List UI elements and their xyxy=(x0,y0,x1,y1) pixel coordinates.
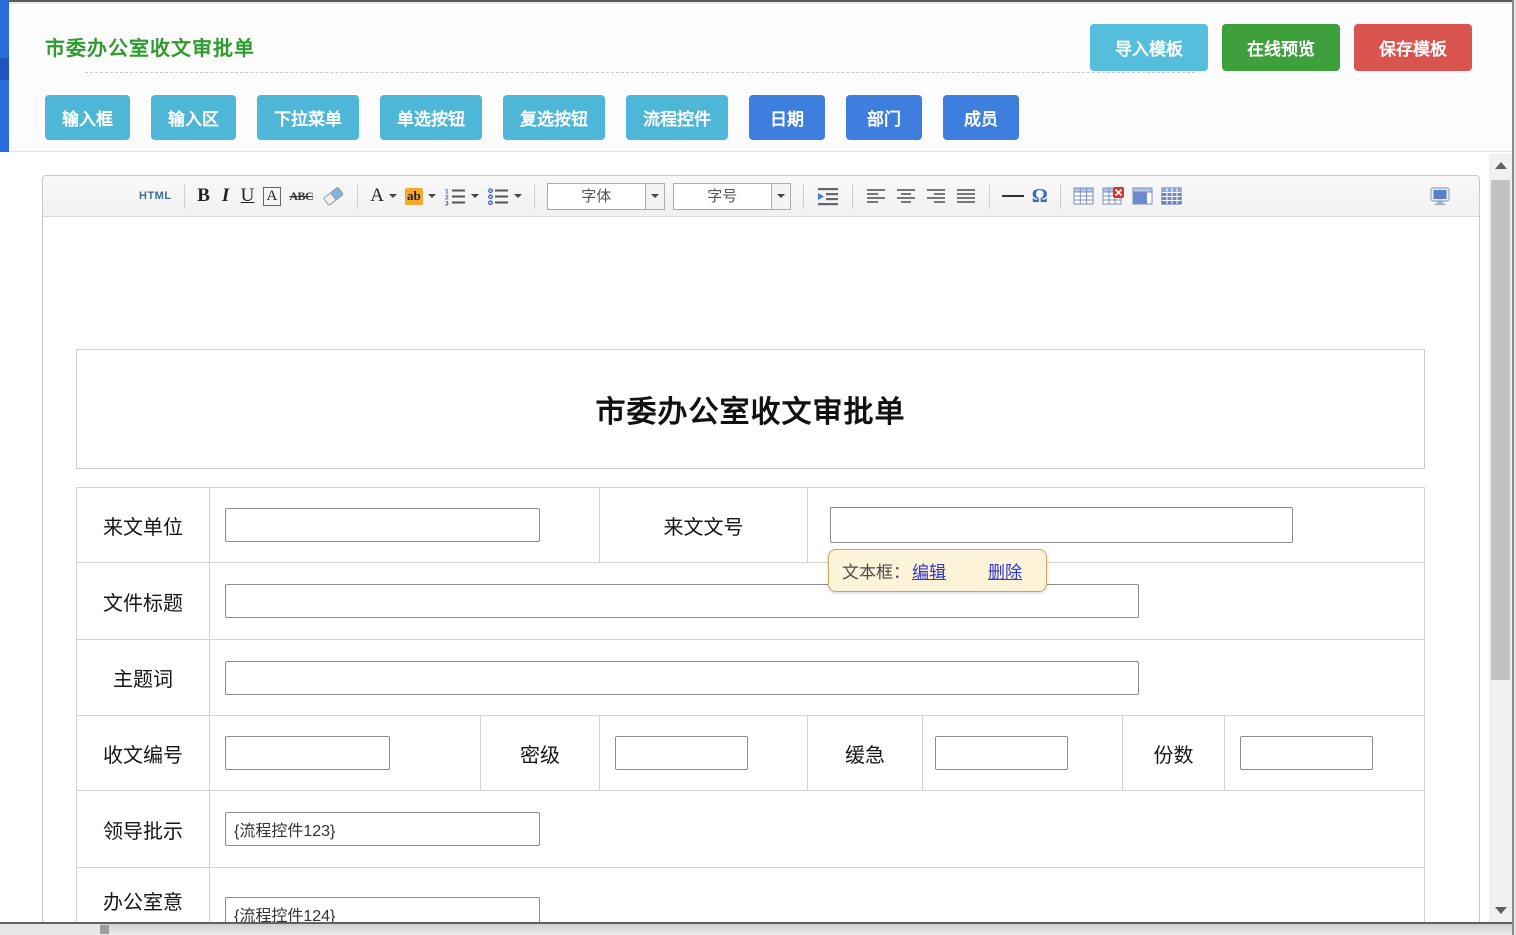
chevron-down-icon xyxy=(771,184,790,209)
editor-toolbar: HTML B I U A ABC A ab 1 2 3 xyxy=(43,176,1479,217)
input-leader-instructions[interactable] xyxy=(225,812,540,846)
field-label-leader-instructions: 领导批示 xyxy=(77,791,209,867)
align-justify-icon[interactable] xyxy=(951,181,981,211)
horizontal-scrollbar[interactable] xyxy=(0,924,1512,935)
table-row: 主题词 xyxy=(77,639,1424,715)
ordered-list-icon[interactable]: 1 2 3 xyxy=(440,181,483,211)
field-label-security-level: 密级 xyxy=(480,716,599,790)
tooltip-delete-link[interactable]: 删除 xyxy=(988,558,1022,583)
widget-button-process-control[interactable]: 流程控件 xyxy=(626,95,728,140)
eraser-icon[interactable] xyxy=(317,181,349,211)
input-incoming-number[interactable] xyxy=(830,507,1293,543)
field-label-incoming-number: 来文文号 xyxy=(599,488,807,562)
indent-icon[interactable] xyxy=(812,181,844,211)
align-right-icon[interactable] xyxy=(921,181,951,211)
input-incoming-unit[interactable] xyxy=(225,508,540,542)
field-label-urgency: 缓急 xyxy=(807,716,922,790)
scroll-down-arrow-icon[interactable] xyxy=(1495,907,1507,914)
align-left-icon[interactable] xyxy=(861,181,891,211)
table-cell-area-icon[interactable] xyxy=(1128,181,1157,211)
font-style-box-icon[interactable]: A xyxy=(263,187,282,206)
widget-button-checkbox[interactable]: 复选按钮 xyxy=(503,95,605,140)
form-title: 市委办公室收文审批单 xyxy=(596,387,906,431)
field-label-subject-words: 主题词 xyxy=(77,640,209,715)
insert-table-icon[interactable] xyxy=(1069,181,1098,211)
unordered-list-icon[interactable] xyxy=(483,181,526,211)
italic-icon[interactable]: I xyxy=(215,181,237,211)
field-label-receipt-number: 收文编号 xyxy=(77,716,209,790)
table-properties-icon[interactable] xyxy=(1157,181,1186,211)
tooltip-edit-link[interactable]: 编辑 xyxy=(912,558,946,583)
vertical-scrollbar-thumb[interactable] xyxy=(1491,180,1510,680)
toolbar-separator xyxy=(534,184,535,209)
dashed-divider xyxy=(85,72,1195,73)
input-security-level[interactable] xyxy=(615,736,748,770)
import-template-button[interactable]: 导入模板 xyxy=(1090,24,1208,71)
field-label-incoming-unit: 来文单位 xyxy=(77,488,209,562)
page-title: 市委办公室收文审批单 xyxy=(45,32,255,61)
horizontal-rule-icon[interactable] xyxy=(998,181,1028,211)
tooltip-label: 文本框： xyxy=(842,558,910,583)
widget-button-input-area[interactable]: 输入区 xyxy=(151,95,236,140)
rich-text-editor: HTML B I U A ABC A ab 1 2 3 xyxy=(42,175,1480,935)
underline-icon[interactable]: U xyxy=(237,181,259,211)
svg-text:3: 3 xyxy=(445,200,449,206)
toolbar-separator xyxy=(803,184,804,209)
highlight-color-icon[interactable]: ab xyxy=(401,181,440,211)
vertical-scrollbar[interactable] xyxy=(1489,154,1512,922)
widget-button-date[interactable]: 日期 xyxy=(749,95,825,140)
toolbar-separator xyxy=(1060,184,1061,209)
left-edge-strip xyxy=(0,0,9,152)
html-source-icon[interactable]: HTML xyxy=(135,181,176,211)
template-actions: 导入模板 在线预览 保存模板 xyxy=(1090,24,1472,71)
table-row: 收文编号 密级 缓急 份数 xyxy=(77,715,1424,790)
app-window: 市委办公室收文审批单 导入模板 在线预览 保存模板 输入框 输入区 下拉菜单 单… xyxy=(0,0,1516,935)
widget-button-dropdown-menu[interactable]: 下拉菜单 xyxy=(257,95,359,140)
font-size-select[interactable]: 字号 xyxy=(673,183,791,210)
strikethrough-icon[interactable]: ABC xyxy=(285,181,317,211)
scroll-up-arrow-icon[interactable] xyxy=(1495,162,1507,169)
input-subject-words[interactable] xyxy=(225,661,1139,695)
toolbar-separator xyxy=(184,184,185,209)
toolbar-separator xyxy=(852,184,853,209)
special-character-icon[interactable]: Ω xyxy=(1028,181,1052,211)
fullscreen-icon[interactable] xyxy=(1425,181,1455,211)
input-urgency[interactable] xyxy=(935,736,1068,770)
header-panel: 市委办公室收文审批单 导入模板 在线预览 保存模板 输入框 输入区 下拉菜单 单… xyxy=(9,4,1512,152)
delete-table-icon[interactable] xyxy=(1098,181,1128,211)
widget-button-department[interactable]: 部门 xyxy=(846,95,922,140)
input-copies[interactable] xyxy=(1240,736,1373,770)
form-table: 来文单位 来文文号 文件标题 主题词 收文编号 xyxy=(76,487,1425,935)
textbox-widget-tooltip: 文本框： 编辑 删除 xyxy=(828,549,1047,592)
table-row: 领导批示 xyxy=(77,790,1424,867)
align-center-icon[interactable] xyxy=(891,181,921,211)
widget-button-radio[interactable]: 单选按钮 xyxy=(380,95,482,140)
toolbar-separator xyxy=(357,184,358,209)
field-label-copies: 份数 xyxy=(1122,716,1224,790)
table-row: 文件标题 xyxy=(77,562,1424,639)
widget-button-input-box[interactable]: 输入框 xyxy=(45,95,130,140)
toolbar-separator xyxy=(989,184,990,209)
widget-button-row: 输入框 输入区 下拉菜单 单选按钮 复选按钮 流程控件 日期 部门 成员 xyxy=(45,95,1019,140)
form-title-box: 市委办公室收文审批单 xyxy=(76,349,1425,469)
horizontal-scrollbar-notch xyxy=(100,925,109,934)
input-receipt-number[interactable] xyxy=(225,736,390,770)
online-preview-button[interactable]: 在线预览 xyxy=(1222,24,1340,71)
table-row: 来文单位 来文文号 xyxy=(77,488,1424,562)
chevron-down-icon xyxy=(645,184,664,209)
font-family-select[interactable]: 字体 xyxy=(547,183,665,210)
horizontal-scrollbar-thumb[interactable] xyxy=(0,924,100,935)
font-color-icon[interactable]: A xyxy=(366,181,401,211)
editor-content[interactable]: 市委办公室收文审批单 来文单位 来文文号 文件标题 主题词 xyxy=(43,217,1479,935)
field-label-document-title: 文件标题 xyxy=(77,563,209,639)
save-template-button[interactable]: 保存模板 xyxy=(1354,24,1472,71)
widget-button-member[interactable]: 成员 xyxy=(943,95,1019,140)
bold-icon[interactable]: B xyxy=(193,181,215,211)
